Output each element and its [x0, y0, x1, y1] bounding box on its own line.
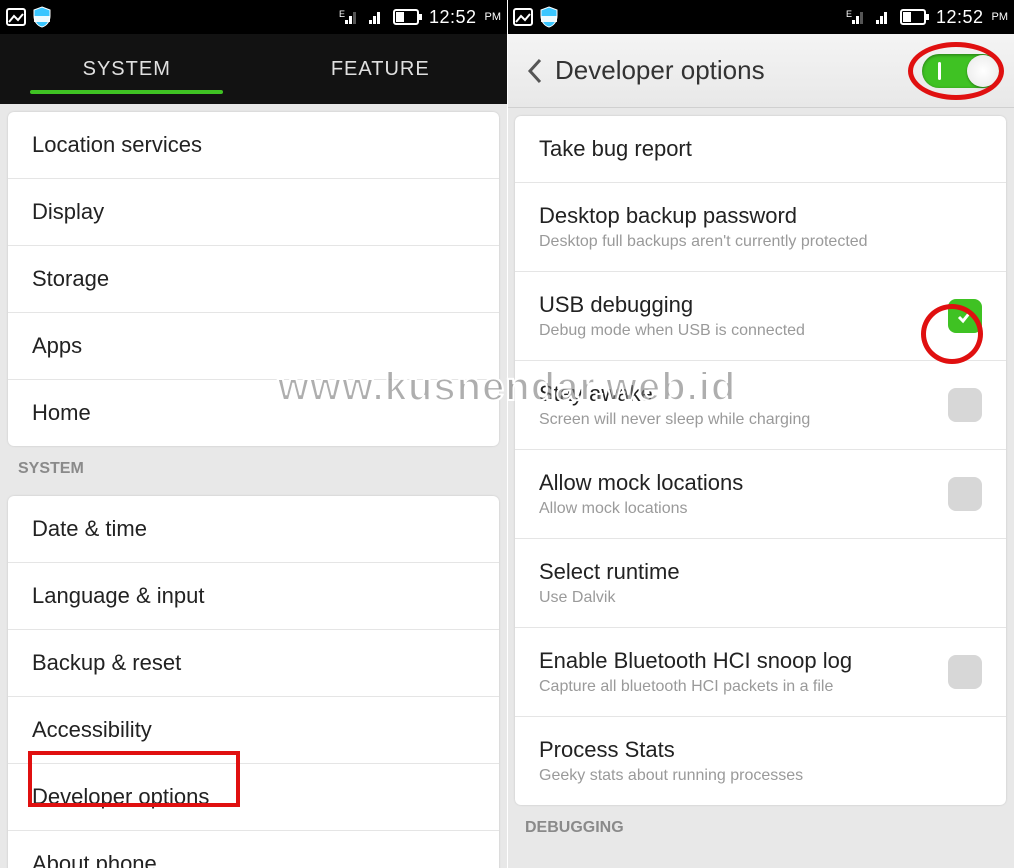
clock-ampm: PM — [485, 11, 502, 23]
row-title: Stay awake — [539, 381, 948, 407]
row-subtitle: Allow mock locations — [539, 500, 948, 518]
clock-time: 12:52 — [429, 7, 477, 28]
checkbox-checked-icon[interactable] — [948, 299, 982, 333]
svg-text:E: E — [339, 9, 345, 19]
right-screenshot: E 12:52 PM Developer options Take bug re… — [507, 0, 1014, 868]
row-subtitle: Debug mode when USB is connected — [539, 322, 948, 340]
row-stay-awake[interactable]: Stay awake Screen will never sleep while … — [515, 361, 1006, 450]
row-subtitle: Capture all bluetooth HCI packets in a f… — [539, 678, 948, 696]
clock-ampm: PM — [992, 11, 1009, 23]
gallery-icon — [513, 8, 533, 26]
row-date-time[interactable]: Date & time — [8, 496, 499, 563]
checkbox-unchecked-icon[interactable] — [948, 388, 982, 422]
row-home[interactable]: Home — [8, 380, 499, 446]
checkbox-unchecked-icon[interactable] — [948, 477, 982, 511]
row-label: Language & input — [32, 583, 205, 609]
row-title: Take bug report — [539, 136, 982, 162]
app-bar: Developer options — [507, 34, 1014, 108]
row-apps[interactable]: Apps — [8, 313, 499, 380]
back-button[interactable] — [521, 58, 549, 84]
row-about-phone[interactable]: About phone — [8, 831, 499, 868]
row-usb-debugging[interactable]: USB debugging Debug mode when USB is conn… — [515, 272, 1006, 361]
row-location-services[interactable]: Location services — [8, 112, 499, 179]
row-label: Location services — [32, 132, 202, 158]
shield-icon — [539, 6, 559, 28]
row-title: Enable Bluetooth HCI snoop log — [539, 648, 948, 674]
row-developer-options[interactable]: Developer options — [8, 764, 499, 831]
row-allow-mock-locations[interactable]: Allow mock locations Allow mock locations — [515, 450, 1006, 539]
tab-system-label: SYSTEM — [83, 58, 171, 81]
status-bar: E 12:52 PM — [0, 0, 507, 34]
row-label: Storage — [32, 266, 109, 292]
settings-tabs: SYSTEM FEATURE — [0, 34, 507, 104]
battery-icon — [900, 9, 930, 25]
developer-options-list[interactable]: Take bug reportDesktop backup passwordDe… — [507, 108, 1014, 868]
row-storage[interactable]: Storage — [8, 246, 499, 313]
left-screenshot: E 12:52 PM SYSTEM FEATURE Location servi… — [0, 0, 507, 868]
row-label: Accessibility — [32, 717, 152, 743]
battery-icon — [393, 9, 423, 25]
row-enable-bluetooth-hci-snoop-log[interactable]: Enable Bluetooth HCI snoop log Capture al… — [515, 628, 1006, 717]
checkbox-unchecked-icon[interactable] — [948, 655, 982, 689]
signal-1-icon: E — [846, 8, 868, 26]
row-backup-reset[interactable]: Backup & reset — [8, 630, 499, 697]
screenshot-divider — [507, 0, 508, 868]
row-label: About phone — [32, 851, 157, 868]
tab-feature[interactable]: FEATURE — [254, 34, 508, 104]
row-desktop-backup-password[interactable]: Desktop backup password Desktop full back… — [515, 183, 1006, 272]
row-language-input[interactable]: Language & input — [8, 563, 499, 630]
row-label: Backup & reset — [32, 650, 181, 676]
row-process-stats[interactable]: Process Stats Geeky stats about running p… — [515, 717, 1006, 805]
row-display[interactable]: Display — [8, 179, 499, 246]
clock-time: 12:52 — [936, 7, 984, 28]
switch-on-icon — [922, 54, 1000, 88]
card-personal: Location services Display Storage Apps H… — [8, 112, 499, 446]
settings-list[interactable]: Location services Display Storage Apps H… — [0, 104, 507, 868]
shield-icon — [32, 6, 52, 28]
row-subtitle: Use Dalvik — [539, 589, 982, 607]
row-title: Process Stats — [539, 737, 982, 763]
signal-2-icon — [367, 8, 387, 26]
row-label: Apps — [32, 333, 82, 359]
tab-system[interactable]: SYSTEM — [0, 34, 254, 104]
svg-text:E: E — [846, 9, 852, 19]
row-take-bug-report[interactable]: Take bug report — [515, 116, 1006, 183]
tab-feature-label: FEATURE — [331, 58, 430, 81]
row-subtitle: Desktop full backups aren't currently pr… — [539, 233, 982, 251]
master-switch[interactable] — [922, 54, 1000, 88]
row-subtitle: Geeky stats about running processes — [539, 767, 982, 785]
row-accessibility[interactable]: Accessibility — [8, 697, 499, 764]
row-title: Select runtime — [539, 559, 982, 585]
row-label: Date & time — [32, 516, 147, 542]
gallery-icon — [6, 8, 26, 26]
row-subtitle: Screen will never sleep while charging — [539, 411, 948, 429]
section-debugging: DEBUGGING — [507, 805, 1014, 847]
row-label: Display — [32, 199, 104, 225]
card-dev-options: Take bug reportDesktop backup passwordDe… — [515, 116, 1006, 805]
row-title: Desktop backup password — [539, 203, 982, 229]
row-select-runtime[interactable]: Select runtime Use Dalvik — [515, 539, 1006, 628]
card-system: Date & time Language & input Backup & re… — [8, 496, 499, 868]
row-title: USB debugging — [539, 292, 948, 318]
signal-2-icon — [874, 8, 894, 26]
page-title: Developer options — [555, 55, 765, 86]
status-bar: E 12:52 PM — [507, 0, 1014, 34]
signal-1-icon: E — [339, 8, 361, 26]
row-title: Allow mock locations — [539, 470, 948, 496]
row-label: Home — [32, 400, 91, 426]
row-label: Developer options — [32, 784, 209, 810]
section-system: SYSTEM — [0, 446, 507, 488]
